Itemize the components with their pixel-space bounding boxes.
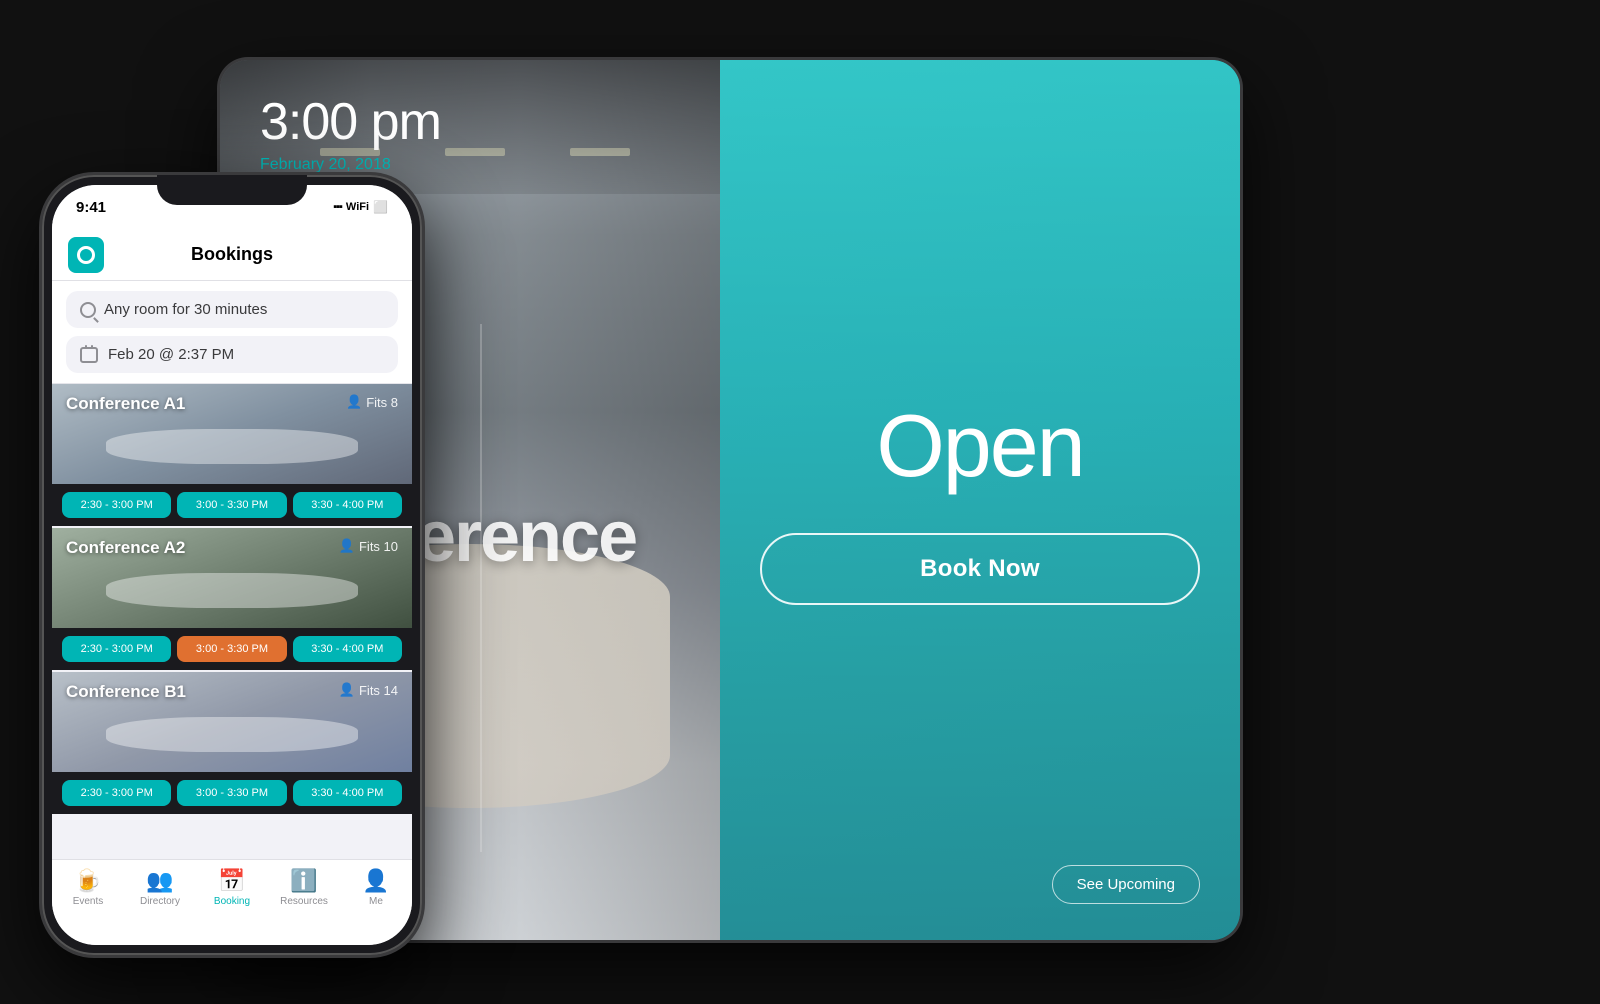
tab-resources-label: Resources xyxy=(280,896,328,907)
tab-events[interactable]: 🍺 Events xyxy=(52,870,124,907)
room-name-b1: Conference B1 xyxy=(66,682,186,702)
slot-b1-3[interactable]: 3:30 - 4:00 PM xyxy=(293,780,402,806)
directory-icon: 👥 xyxy=(146,870,173,892)
teal-content-area: Open Book Now xyxy=(760,395,1200,605)
tab-bar: 🍺 Events 👥 Directory 📅 Booking ℹ️ Resour… xyxy=(52,859,412,945)
phone-screen: 9:41 ▪▪▪ WiFi ⬜ Bookings Any room for 30… xyxy=(52,185,412,945)
search-icon xyxy=(80,302,96,318)
room-name-a2: Conference A2 xyxy=(66,538,185,558)
room-fits-b1: 👤 Fits 14 xyxy=(339,682,398,698)
see-upcoming-button[interactable]: See Upcoming xyxy=(1052,865,1200,904)
tablet-teal-panel: Open Book Now See Upcoming xyxy=(720,60,1240,940)
tab-me[interactable]: 👤 Me xyxy=(340,870,412,907)
room-photo-a2: Conference A2 👤 Fits 10 xyxy=(52,528,412,628)
date-filter-box[interactable]: Feb 20 @ 2:37 PM xyxy=(66,336,398,373)
slot-b1-1[interactable]: 2:30 - 3:00 PM xyxy=(62,780,171,806)
booking-icon: 📅 xyxy=(218,870,245,892)
room-card-conference-a2[interactable]: Conference A2 👤 Fits 10 2:30 - 3:00 PM 3… xyxy=(52,528,412,670)
battery-icon: ⬜ xyxy=(373,200,388,214)
room-list: Conference A1 👤 Fits 8 2:30 - 3:00 PM 3:… xyxy=(52,384,412,859)
wifi-icon: WiFi xyxy=(346,201,369,213)
date-filter-text: Feb 20 @ 2:37 PM xyxy=(108,346,234,363)
slot-a2-3[interactable]: 3:30 - 4:00 PM xyxy=(293,636,402,662)
person-icon-b1: 👤 xyxy=(339,682,355,698)
nav-title: Bookings xyxy=(104,244,360,265)
person-icon-a2: 👤 xyxy=(339,538,355,554)
tab-me-label: Me xyxy=(369,896,383,907)
room-slots-a1: 2:30 - 3:00 PM 3:00 - 3:30 PM 3:30 - 4:0… xyxy=(52,484,412,526)
tablet-date: February 20, 2018 xyxy=(260,156,680,174)
tablet-time: 3:00 pm xyxy=(260,92,680,152)
logo-circle xyxy=(77,246,95,264)
app-logo xyxy=(68,237,104,273)
tab-booking-label: Booking xyxy=(214,896,250,907)
tab-events-label: Events xyxy=(73,896,104,907)
room-status-label: Open xyxy=(876,395,1083,497)
search-text: Any room for 30 minutes xyxy=(104,301,267,318)
slot-a2-1[interactable]: 2:30 - 3:00 PM xyxy=(62,636,171,662)
phone-notch xyxy=(157,175,307,205)
room-name-a1: Conference A1 xyxy=(66,394,185,414)
resources-icon: ℹ️ xyxy=(290,870,317,892)
slot-a1-3[interactable]: 3:30 - 4:00 PM xyxy=(293,492,402,518)
tab-directory[interactable]: 👥 Directory xyxy=(124,870,196,907)
phone-device: 9:41 ▪▪▪ WiFi ⬜ Bookings Any room for 30… xyxy=(42,175,422,955)
room-photo-a1: Conference A1 👤 Fits 8 xyxy=(52,384,412,484)
room-card-conference-a1[interactable]: Conference A1 👤 Fits 8 2:30 - 3:00 PM 3:… xyxy=(52,384,412,526)
phone-nav-bar: Bookings xyxy=(52,229,412,281)
table-element-a2 xyxy=(106,573,358,608)
tab-directory-label: Directory xyxy=(140,896,180,907)
slot-a1-2[interactable]: 3:00 - 3:30 PM xyxy=(177,492,286,518)
status-time: 9:41 xyxy=(76,199,106,216)
room-slots-b1: 2:30 - 3:00 PM 3:00 - 3:30 PM 3:30 - 4:0… xyxy=(52,772,412,814)
book-now-button[interactable]: Book Now xyxy=(760,533,1200,605)
slot-a2-2[interactable]: 3:00 - 3:30 PM xyxy=(177,636,286,662)
room-photo-b1: Conference B1 👤 Fits 14 xyxy=(52,672,412,772)
search-area: Any room for 30 minutes Feb 20 @ 2:37 PM xyxy=(52,281,412,384)
slot-a1-1[interactable]: 2:30 - 3:00 PM xyxy=(62,492,171,518)
events-icon: 🍺 xyxy=(74,870,101,892)
room-card-conference-b1[interactable]: Conference B1 👤 Fits 14 2:30 - 3:00 PM 3… xyxy=(52,672,412,814)
calendar-icon xyxy=(80,347,98,363)
room-fits-a1: 👤 Fits 8 xyxy=(346,394,398,410)
status-icons: ▪▪▪ WiFi ⬜ xyxy=(333,200,388,214)
tab-resources[interactable]: ℹ️ Resources xyxy=(268,870,340,907)
person-icon-a1: 👤 xyxy=(346,394,362,410)
tablet-header: 3:00 pm February 20, 2018 xyxy=(220,60,720,194)
signal-icon: ▪▪▪ xyxy=(333,201,342,213)
room-slots-a2: 2:30 - 3:00 PM 3:00 - 3:30 PM 3:30 - 4:0… xyxy=(52,628,412,670)
tab-booking[interactable]: 📅 Booking xyxy=(196,870,268,907)
me-icon: 👤 xyxy=(362,870,389,892)
table-element xyxy=(106,429,358,464)
slot-b1-2[interactable]: 3:00 - 3:30 PM xyxy=(177,780,286,806)
table-element-b1 xyxy=(106,717,358,752)
search-box[interactable]: Any room for 30 minutes xyxy=(66,291,398,328)
room-fits-a2: 👤 Fits 10 xyxy=(339,538,398,554)
